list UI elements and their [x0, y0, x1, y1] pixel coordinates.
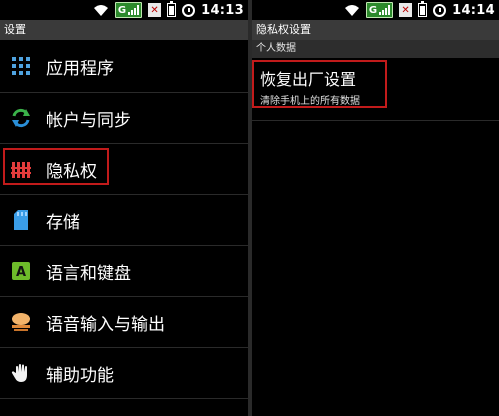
settings-item-label: 帐户与同步	[46, 110, 131, 131]
page-title: 隐私权设置	[252, 20, 499, 40]
privacy-fence-icon	[10, 158, 32, 180]
settings-item-accounts-sync[interactable]: 帐户与同步	[0, 93, 248, 144]
settings-item-storage[interactable]: 存储	[0, 195, 248, 246]
sync-icon	[10, 107, 32, 129]
status-bar: G ✕ 14:14	[252, 0, 499, 20]
divider	[252, 120, 499, 121]
settings-item-label: 存储	[46, 212, 80, 233]
apps-grid-icon	[10, 55, 32, 77]
settings-item-label: 应用程序	[46, 58, 114, 79]
language-keyboard-icon: A	[10, 260, 32, 282]
settings-item-accessibility[interactable]: 辅助功能	[0, 348, 248, 399]
network-type: G	[368, 4, 378, 16]
status-time: 14:13	[201, 2, 244, 18]
accessibility-hand-icon	[10, 362, 32, 384]
svg-text:A: A	[16, 265, 26, 280]
alarm-clock-icon	[433, 3, 447, 17]
section-header-personal-data: 个人数据	[252, 40, 499, 58]
settings-item-voice-io[interactable]: 语音输入与输出	[0, 297, 248, 348]
screenshot-pair: G ✕ 14:13 设置 应用程序 帐户与同步 隐私权 存储 A 语言和键盘 语…	[0, 0, 499, 416]
settings-item-apps[interactable]: 应用程序	[0, 40, 248, 93]
network-signal-icon: G	[114, 2, 143, 18]
settings-item-label: 语音输入与输出	[46, 314, 165, 335]
network-type: G	[117, 4, 127, 16]
settings-item-label: 隐私权	[46, 161, 97, 182]
voice-io-icon	[10, 311, 32, 333]
network-signal-icon: G	[365, 2, 394, 18]
battery-icon	[167, 1, 177, 17]
settings-item-privacy[interactable]: 隐私权	[0, 144, 248, 195]
wifi-icon	[93, 3, 109, 17]
highlight-box-factory-reset	[252, 60, 387, 108]
settings-item-label: 语言和键盘	[46, 263, 131, 284]
notification-x-icon: ✕	[399, 3, 413, 17]
privacy-settings-screen: G ✕ 14:14 隐私权设置 个人数据 恢复出厂设置 清除手机上的所有数据	[252, 0, 499, 416]
alarm-clock-icon	[182, 3, 196, 17]
wifi-icon	[344, 3, 360, 17]
battery-icon	[418, 1, 428, 17]
status-bar: G ✕ 14:13	[0, 0, 248, 20]
settings-item-language-keyboard[interactable]: A 语言和键盘	[0, 246, 248, 297]
page-title: 设置	[0, 20, 248, 40]
status-time: 14:14	[452, 2, 495, 18]
storage-card-icon	[10, 209, 32, 231]
notification-x-icon: ✕	[148, 3, 162, 17]
settings-item-label: 辅助功能	[46, 365, 114, 386]
settings-screen: G ✕ 14:13 设置 应用程序 帐户与同步 隐私权 存储 A 语言和键盘 语…	[0, 0, 248, 416]
